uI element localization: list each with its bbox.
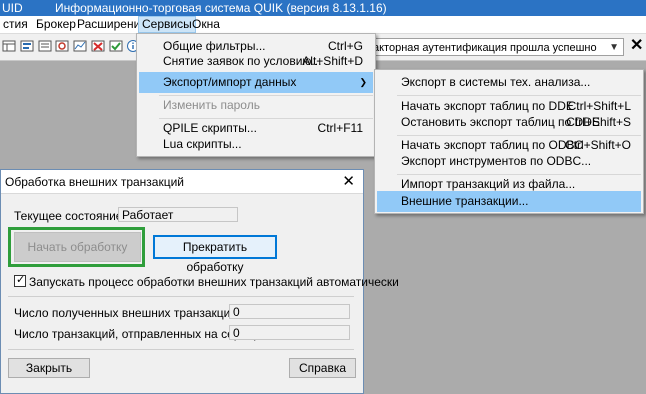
export-import-submenu: Экспорт в системы тех. анализа... Начать… [374,69,644,214]
dialog-divider [8,349,354,350]
check-icon[interactable] [109,39,123,53]
help-button[interactable]: Справка [289,358,356,378]
menu-bar: стия Брокер Расширения Сервисы Окна [0,16,646,34]
auto-start-checkbox[interactable]: ✓ [14,274,26,287]
table-icon[interactable] [2,39,16,53]
sent-count-label: Число транзакций, отправленных на сервер… [14,327,264,341]
highlight-frame [8,227,145,267]
checkmark-icon: ✓ [16,274,26,286]
menu-item-cancel-by-condition[interactable]: Снятие заявок по условию... Alt+Shift+D [139,51,373,72]
sent-count-field: 0 [229,325,350,340]
dialog-divider [8,296,354,297]
chevron-right-icon: ❯ [359,77,367,87]
chevron-down-icon: ▼ [609,42,619,53]
menu-broker[interactable]: Брокер [33,17,79,32]
current-state-field: Работает [118,207,238,222]
dialog-title-bar: Обработка внешних транзакций ✕ [1,170,363,194]
orders-icon[interactable] [20,39,34,53]
received-count-field: 0 [229,304,350,319]
menu-actions[interactable]: стия [0,17,31,32]
app-title-bar: UID Информационно-торговая система QUIK … [0,0,646,16]
app-title: Информационно-торговая система QUIK (вер… [55,1,387,15]
trades-icon[interactable] [38,39,52,53]
auto-start-label: Запускать процесс обработки внешних тран… [29,275,399,289]
status-combo[interactable]: акторная аутентификация прошла успешно ▼ [366,38,624,56]
menu-item-stop-dde[interactable]: Остановить экспорт таблиц по DDE Ctrl+Sh… [377,112,641,133]
menu-windows[interactable]: Окна [189,17,223,32]
menu-item-export-ta[interactable]: Экспорт в системы тех. анализа... [377,72,641,93]
current-state-label: Текущее состояние: [14,209,126,223]
search-table-icon[interactable] [55,39,69,53]
menu-item-lua-scripts[interactable]: Lua скрипты... [139,134,373,155]
services-menu: Общие фильтры... Ctrl+G Снятие заявок по… [136,33,376,157]
received-count-label: Число полученных внешних транзакций: [14,306,241,320]
menu-item-change-password: Изменить пароль [163,98,260,112]
menu-item-export-instruments-odbc[interactable]: Экспорт инструментов по ODBC... [377,151,641,172]
close-icon[interactable]: ✕ [630,37,643,55]
menu-item-external-transactions[interactable]: Внешние транзакции... [377,191,641,212]
menu-services[interactable]: Сервисы [138,16,196,33]
chart-icon[interactable] [73,39,87,53]
status-combo-text: акторная аутентификация прошла успешно [373,42,597,54]
close-button[interactable]: Закрыть [8,358,90,378]
uid-label: UID [2,1,23,15]
close-icon[interactable]: ✕ [342,172,355,190]
cancel-orders-icon[interactable] [91,39,105,53]
dialog-title: Обработка внешних транзакций [5,175,184,189]
stop-processing-button[interactable]: Прекратить обработку [153,235,277,274]
menu-item-export-import[interactable]: Экспорт/импорт данных ❯ [139,72,373,93]
